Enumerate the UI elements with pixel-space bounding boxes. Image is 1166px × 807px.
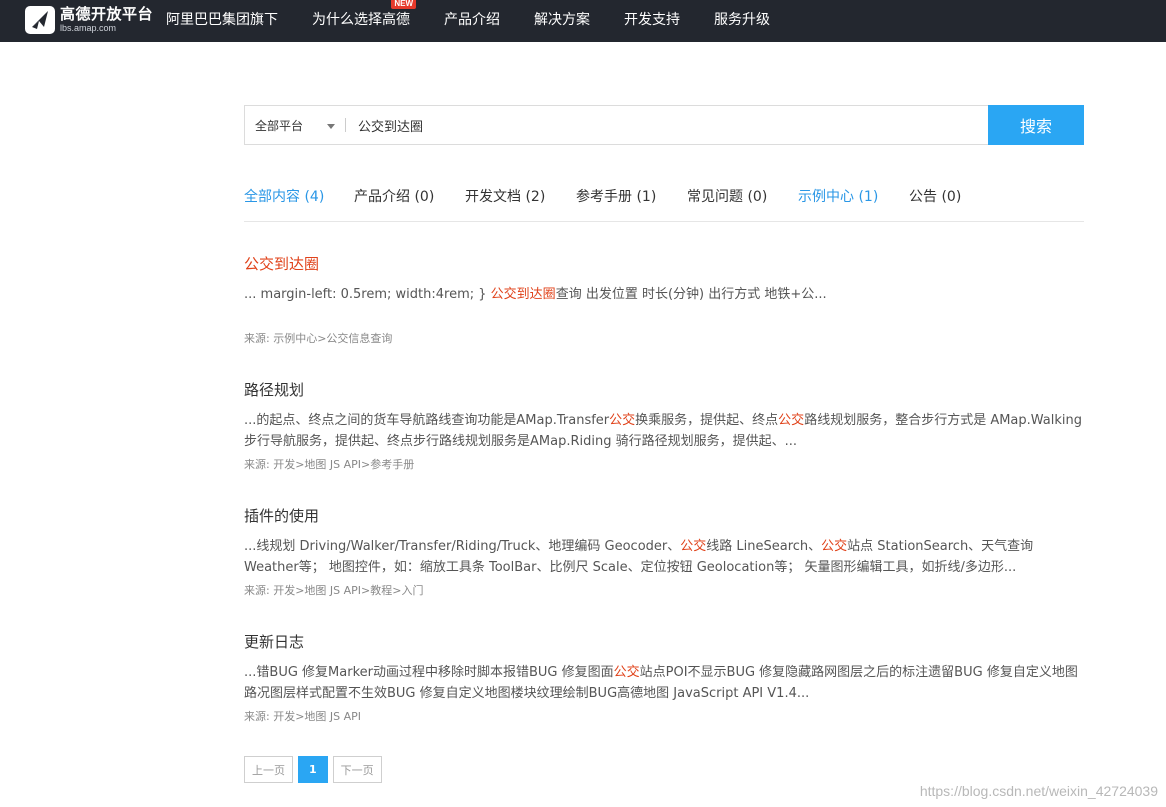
platform-select-value: 全部平台 <box>255 118 304 133</box>
tab-products[interactable]: 产品介绍 (0) <box>354 186 434 206</box>
brand-subtitle: lbs.amap.com <box>60 23 117 33</box>
nav-item-solutions[interactable]: 解决方案 <box>534 0 590 42</box>
keyword-highlight: 公交 <box>778 413 805 428</box>
keyword-highlight: 公交到达圈 <box>490 287 556 302</box>
result-title[interactable]: 路径规划 <box>244 379 1084 400</box>
tab-examples[interactable]: 示例中心 (1) <box>798 186 878 206</box>
tab-dev-docs[interactable]: 开发文档 (2) <box>465 186 545 206</box>
result-source: 来源: 开发>地图 JS API>教程>入门 <box>244 584 424 597</box>
result-snippet: ...的起点、终点之间的货车导航路线查询功能是AMap.Transfer公交换乘… <box>244 413 1083 449</box>
result-title[interactable]: 更新日志 <box>244 631 1084 652</box>
nav-item-dev-support[interactable]: 开发支持 <box>624 0 680 42</box>
search-result: 路径规划 ...的起点、终点之间的货车导航路线查询功能是AMap.Transfe… <box>244 379 1084 472</box>
keyword-highlight: 公交 <box>609 413 636 428</box>
search-result: 公交到达圈 ... margin-left: 0.5rem; width:4re… <box>244 253 1084 346</box>
pagination: 上一页 1 下一页 <box>244 756 382 783</box>
brand-logo[interactable]: 高德开放平台 lbs.amap.com <box>24 4 156 36</box>
search-input[interactable] <box>346 106 1084 144</box>
keyword-highlight: 公交 <box>821 539 848 554</box>
result-snippet: ...错BUG 修复Marker动画过程中移除时脚本报错BUG 修复图面公交站点… <box>244 665 1078 701</box>
nav-item-label: 产品介绍 <box>444 12 500 28</box>
caret-down-icon <box>327 124 335 129</box>
nav-item-label: 服务升级 <box>714 12 770 28</box>
search-result: 更新日志 ...错BUG 修复Marker动画过程中移除时脚本报错BUG 修复图… <box>244 631 1084 724</box>
tab-announcements[interactable]: 公告 (0) <box>909 186 961 206</box>
nav-item-service-upgrade[interactable]: 服务升级 <box>714 0 770 42</box>
nav-item-label: 阿里巴巴集团旗下 <box>166 12 278 28</box>
result-title[interactable]: 公交到达圈 <box>244 253 1084 274</box>
result-snippet: ...线规划 Driving/Walker/Transfer/Riding/Tr… <box>244 539 1034 575</box>
search-bar: 全部平台 <box>244 105 1084 145</box>
tab-faq[interactable]: 常见问题 (0) <box>687 186 767 206</box>
prev-page-button[interactable]: 上一页 <box>244 756 293 783</box>
top-nav: 高德开放平台 lbs.amap.com 阿里巴巴集团旗下 为什么选择高德 NEW… <box>0 0 1166 42</box>
nav-item-products[interactable]: 产品介绍 <box>444 0 500 42</box>
result-source: 来源: 示例中心>公交信息查询 <box>244 332 393 345</box>
result-snippet: ... margin-left: 0.5rem; width:4rem; } 公… <box>244 287 827 302</box>
result-source: 来源: 开发>地图 JS API <box>244 710 362 723</box>
result-tabs: 全部内容 (4) 产品介绍 (0) 开发文档 (2) 参考手册 (1) 常见问题… <box>244 180 1084 222</box>
next-page-button[interactable]: 下一页 <box>332 756 382 783</box>
brand-title: 高德开放平台 <box>60 5 154 23</box>
result-title[interactable]: 插件的使用 <box>244 505 1084 526</box>
nav-item-why-amap[interactable]: 为什么选择高德 NEW <box>312 0 416 42</box>
nav-item-label: 解决方案 <box>534 12 590 28</box>
result-source: 来源: 开发>地图 JS API>参考手册 <box>244 458 415 471</box>
tab-reference[interactable]: 参考手册 (1) <box>576 186 656 206</box>
platform-select[interactable]: 全部平台 <box>245 106 345 144</box>
nav-item-label: 为什么选择高德 <box>312 12 410 28</box>
tab-all[interactable]: 全部内容 (4) <box>244 186 324 206</box>
keyword-highlight: 公交 <box>680 539 707 554</box>
amap-logo-icon <box>25 6 55 34</box>
new-badge: NEW <box>391 0 416 9</box>
keyword-highlight: 公交 <box>613 665 640 680</box>
search-result: 插件的使用 ...线规划 Driving/Walker/Transfer/Rid… <box>244 505 1084 598</box>
nav-item-label: 开发支持 <box>624 12 680 28</box>
nav-item-alibaba[interactable]: 阿里巴巴集团旗下 <box>166 0 278 42</box>
search-button[interactable]: 搜索 <box>988 105 1084 145</box>
watermark: https://blog.csdn.net/weixin_42724039 <box>919 783 1158 799</box>
current-page-button[interactable]: 1 <box>298 756 328 783</box>
